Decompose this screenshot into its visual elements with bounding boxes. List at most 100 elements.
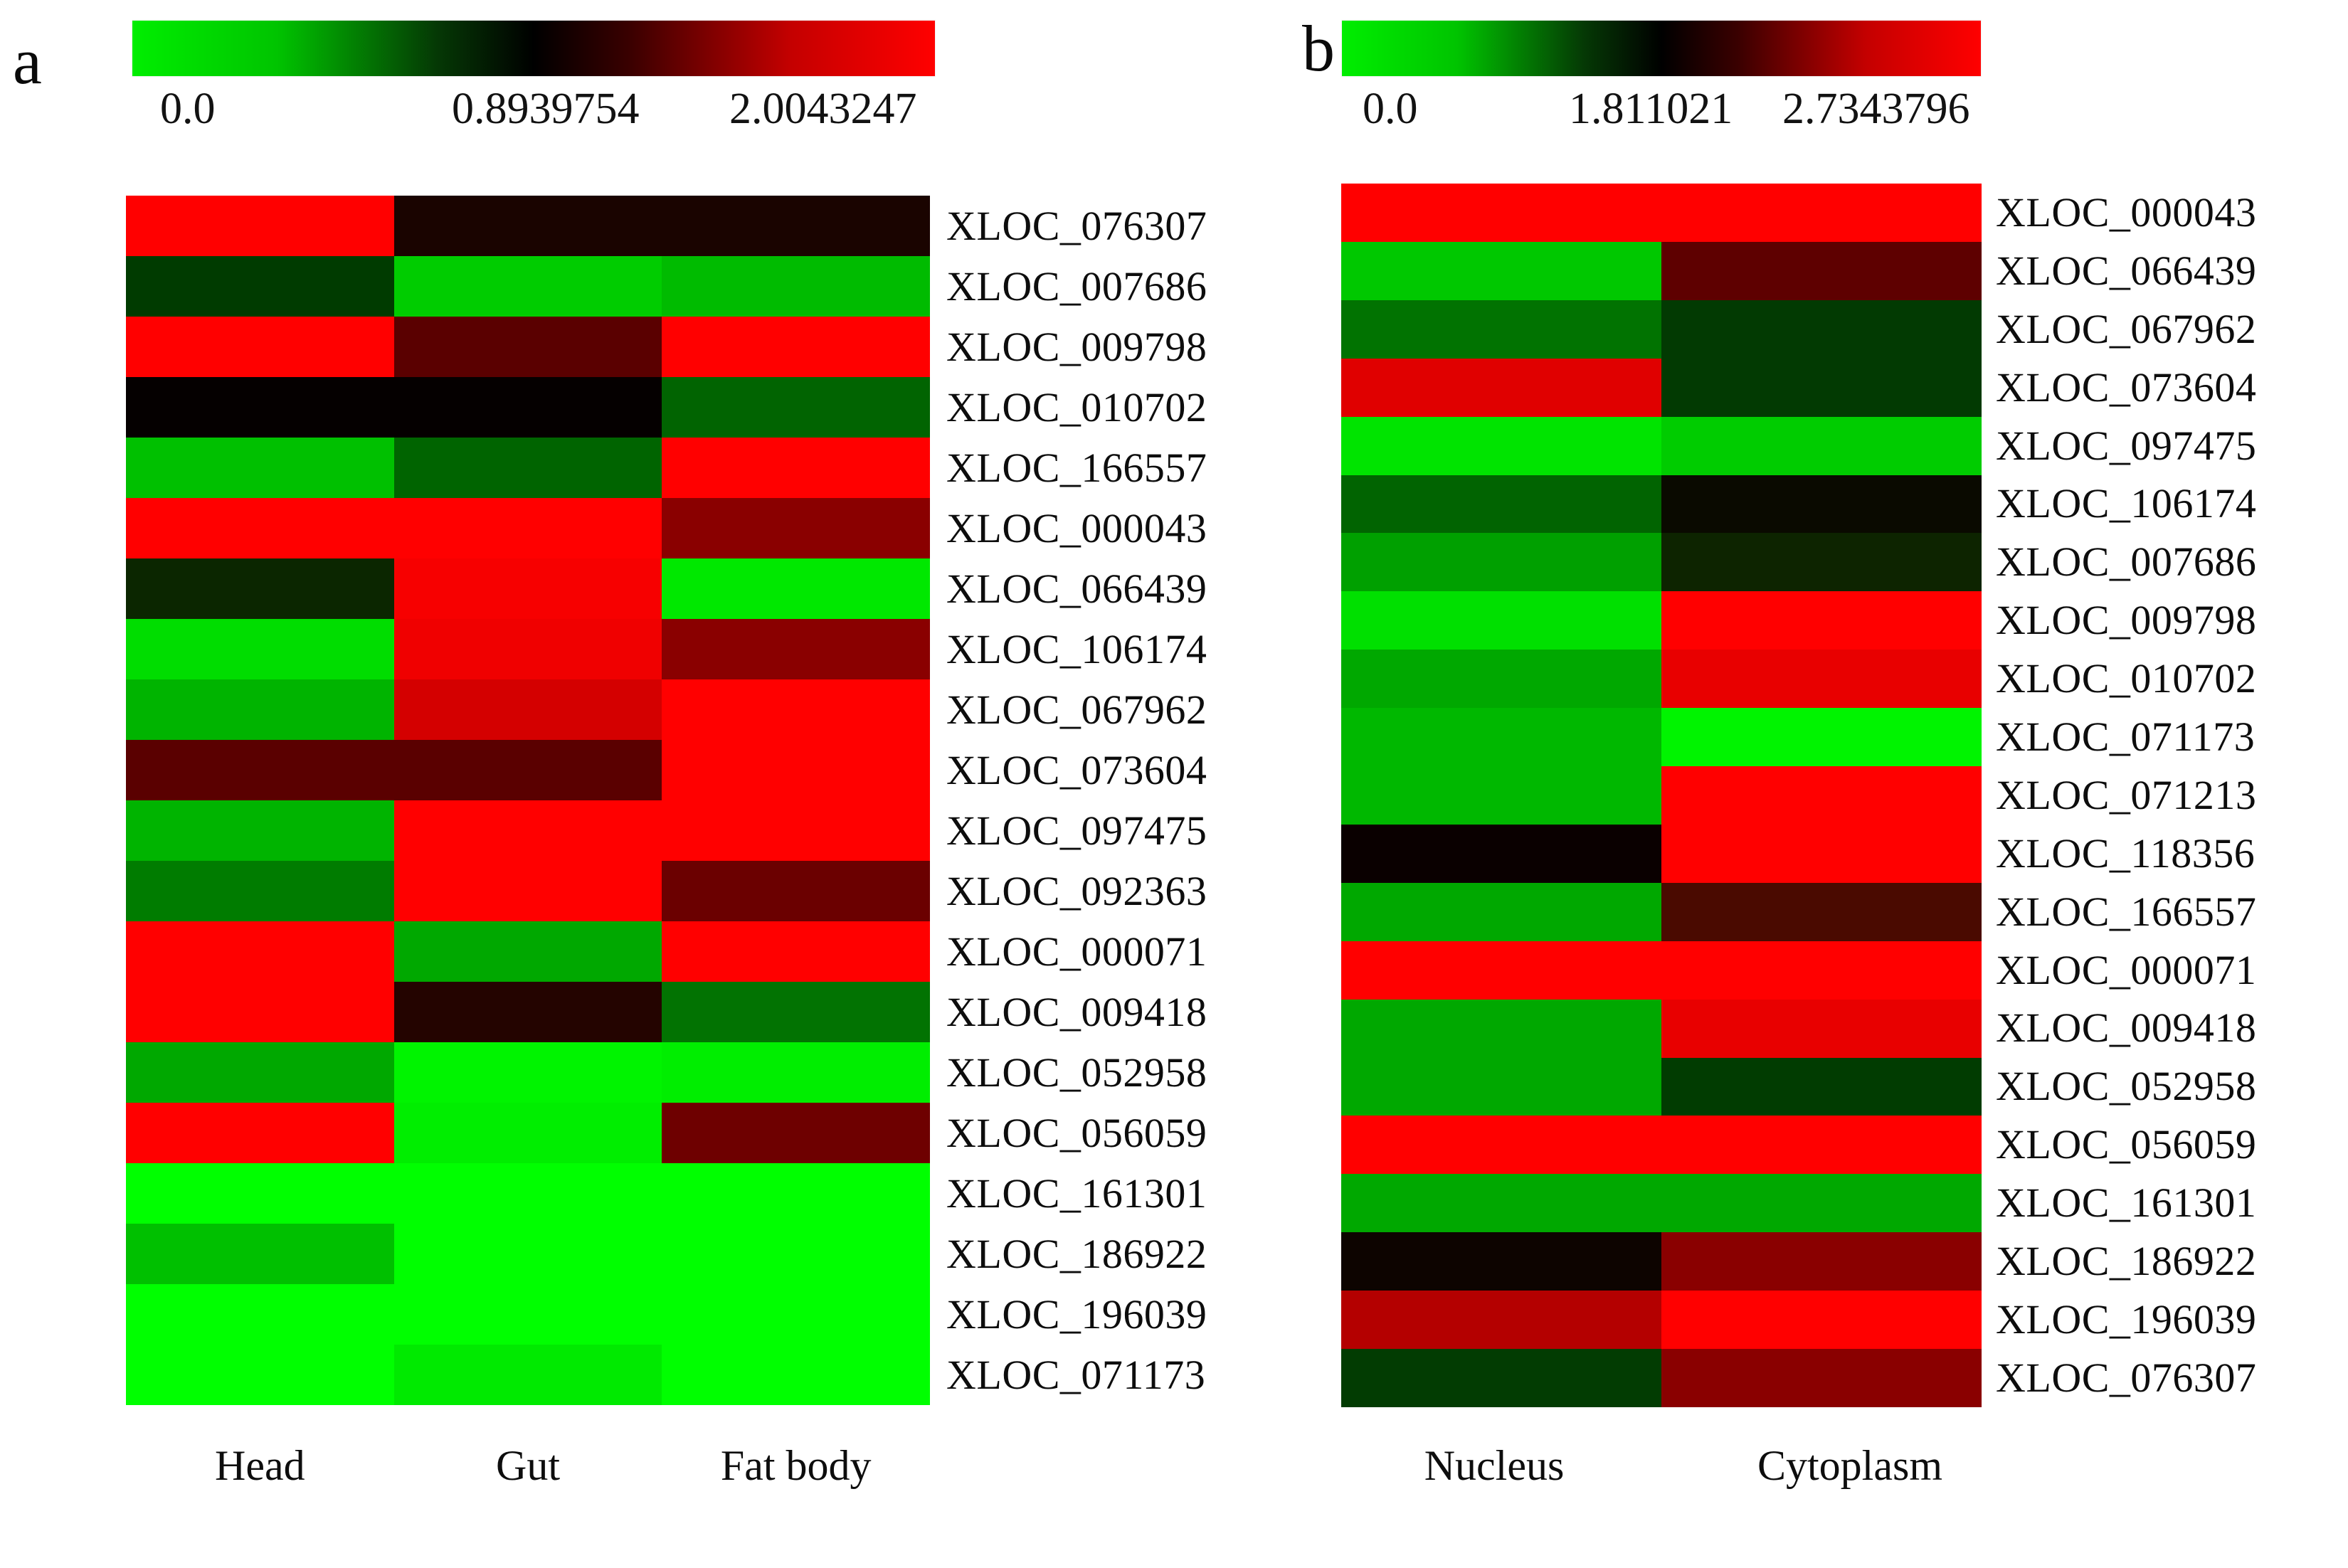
panel-a-row-labels: XLOC_076307 XLOC_007686 XLOC_009798 XLOC_01… bbox=[946, 196, 1207, 1405]
heatmap-cell bbox=[126, 317, 394, 377]
heatmap-cell bbox=[1341, 650, 1661, 709]
heatmap-cell bbox=[1341, 882, 1661, 941]
heatmap-cell bbox=[393, 377, 662, 438]
column-label: Head bbox=[215, 1442, 305, 1489]
heatmap-cell bbox=[662, 982, 930, 1042]
heatmap-cell bbox=[393, 317, 662, 377]
heatmap-cell bbox=[1661, 533, 1982, 592]
heatmap-cell bbox=[126, 921, 394, 982]
row-label: XLOC_073604 bbox=[946, 746, 1207, 793]
heatmap-cell bbox=[662, 921, 930, 982]
heatmap-cell bbox=[393, 438, 662, 498]
row-label: XLOC_161301 bbox=[946, 1170, 1207, 1217]
row-label: XLOC_010702 bbox=[946, 383, 1207, 430]
heatmap-cell bbox=[1341, 1232, 1661, 1291]
heatmap-cell bbox=[1661, 824, 1982, 883]
panel-b-tick-1: 1.811021 bbox=[1569, 85, 1733, 133]
heatmap-cell bbox=[662, 256, 930, 317]
heatmap-cell bbox=[126, 982, 394, 1042]
panel-a-tick-0: 0.0 bbox=[160, 85, 216, 133]
row-label: XLOC_097475 bbox=[946, 807, 1207, 854]
heatmap-cell bbox=[126, 1284, 394, 1345]
row-label: XLOC_009798 bbox=[946, 323, 1207, 370]
row-label: XLOC_009798 bbox=[1996, 597, 2257, 644]
heatmap-cell bbox=[1661, 184, 1982, 242]
heatmap-cell bbox=[1341, 766, 1661, 825]
heatmap-cell bbox=[126, 377, 394, 438]
heatmap-cell bbox=[662, 438, 930, 498]
heatmap-cell bbox=[1341, 999, 1661, 1058]
panel-a-heatmap bbox=[126, 196, 930, 1405]
heatmap-cell bbox=[662, 1224, 930, 1284]
heatmap-cell bbox=[393, 1224, 662, 1284]
heatmap-cell bbox=[1661, 475, 1982, 534]
heatmap-cell bbox=[662, 1103, 930, 1163]
heatmap-cell bbox=[126, 1224, 394, 1284]
heatmap-cell bbox=[662, 196, 930, 256]
heatmap-cell bbox=[1341, 475, 1661, 534]
panel-a-colorbar-ticks: 0.0 0.8939754 2.0043247 bbox=[132, 87, 936, 137]
heatmap-cell bbox=[1341, 1116, 1661, 1175]
heatmap-cell bbox=[1661, 416, 1982, 475]
row-label: XLOC_010702 bbox=[1996, 655, 2257, 702]
heatmap-cell bbox=[662, 558, 930, 619]
heatmap-cell bbox=[393, 1284, 662, 1345]
heatmap-cell bbox=[662, 317, 930, 377]
heatmap-cell bbox=[662, 498, 930, 558]
heatmap-cell bbox=[1341, 1291, 1661, 1350]
row-label: XLOC_076307 bbox=[946, 202, 1207, 249]
row-label: XLOC_196039 bbox=[946, 1291, 1207, 1337]
column-label: Nucleus bbox=[1424, 1442, 1565, 1489]
heatmap-figure: a 0.0 0.8939754 2.0043247 XLOC_076307 XLO… bbox=[0, 0, 2348, 1568]
heatmap-cell bbox=[662, 1345, 930, 1405]
heatmap-cell bbox=[126, 861, 394, 921]
heatmap-cell bbox=[393, 740, 662, 800]
heatmap-cell bbox=[1341, 1057, 1661, 1116]
heatmap-cell bbox=[662, 679, 930, 740]
panel-a-letter: a bbox=[13, 25, 42, 97]
panel-a-column-labels: Head Gut Fat body bbox=[126, 1444, 930, 1487]
row-label: XLOC_186922 bbox=[1996, 1237, 2257, 1284]
heatmap-cell bbox=[1341, 416, 1661, 475]
heatmap-cell bbox=[393, 619, 662, 679]
row-label: XLOC_000043 bbox=[946, 504, 1207, 551]
column-label: Fat body bbox=[720, 1442, 872, 1489]
row-label: XLOC_161301 bbox=[1996, 1180, 2257, 1227]
row-label: XLOC_186922 bbox=[946, 1230, 1207, 1277]
heatmap-cell bbox=[1661, 300, 1982, 359]
row-label: XLOC_092363 bbox=[946, 867, 1207, 914]
panel-a-tick-1: 0.8939754 bbox=[452, 85, 640, 133]
heatmap-cell bbox=[1661, 708, 1982, 767]
heatmap-cell bbox=[1661, 766, 1982, 825]
heatmap-cell bbox=[662, 740, 930, 800]
heatmap-cell bbox=[1341, 184, 1661, 242]
heatmap-cell bbox=[662, 800, 930, 861]
heatmap-cell bbox=[126, 740, 394, 800]
row-label: XLOC_166557 bbox=[946, 444, 1207, 491]
heatmap-cell bbox=[1341, 591, 1661, 650]
heatmap-cell bbox=[1661, 1174, 1982, 1233]
panel-b-colorbar-gradient bbox=[1342, 21, 1981, 76]
row-label: XLOC_106174 bbox=[1996, 480, 2257, 527]
heatmap-cell bbox=[393, 196, 662, 256]
heatmap-cell bbox=[126, 256, 394, 317]
panel-b-row-labels: XLOC_000043 XLOC_066439 XLOC_067962 XLOC_07… bbox=[1996, 184, 2256, 1407]
row-label: XLOC_000071 bbox=[946, 928, 1207, 975]
row-label: XLOC_009418 bbox=[946, 988, 1207, 1035]
row-label: XLOC_000043 bbox=[1996, 189, 2257, 235]
heatmap-cell bbox=[1661, 941, 1982, 1000]
row-label: XLOC_007686 bbox=[946, 263, 1207, 309]
row-label: XLOC_052958 bbox=[1996, 1063, 2257, 1110]
heatmap-cell bbox=[1661, 650, 1982, 709]
heatmap-cell bbox=[1661, 999, 1982, 1058]
heatmap-cell bbox=[393, 1163, 662, 1224]
panel-a-colorbar-gradient bbox=[132, 21, 935, 76]
heatmap-cell bbox=[126, 679, 394, 740]
row-label: XLOC_166557 bbox=[1996, 888, 2257, 935]
row-label: XLOC_076307 bbox=[1996, 1354, 2257, 1401]
heatmap-cell bbox=[662, 377, 930, 438]
heatmap-cell bbox=[393, 921, 662, 982]
heatmap-cell bbox=[1661, 1057, 1982, 1116]
row-label: XLOC_009418 bbox=[1996, 1005, 2257, 1051]
heatmap-cell bbox=[1341, 941, 1661, 1000]
